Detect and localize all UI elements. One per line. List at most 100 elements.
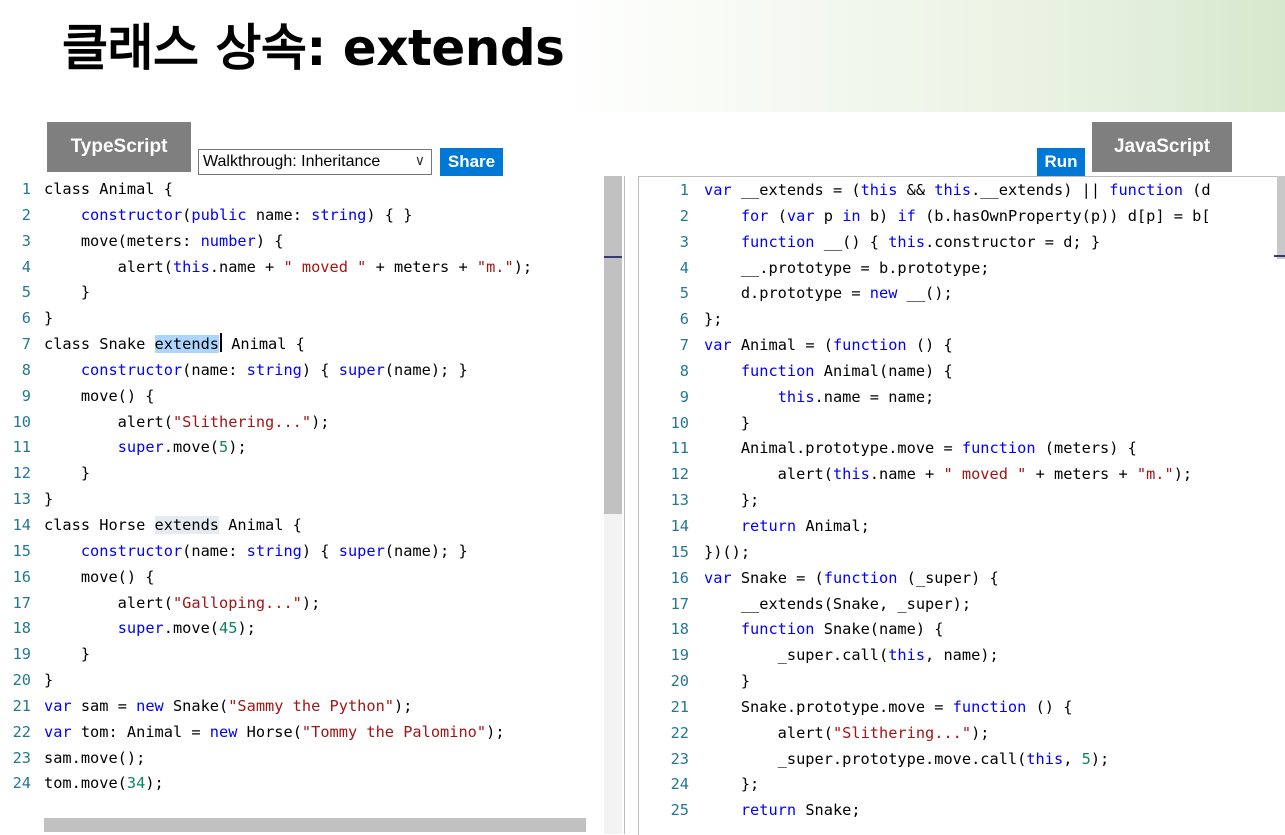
editor-horizontal-scrollbar-thumb[interactable]: [44, 818, 586, 832]
code-line: 21 Snake.prototype.move = function () {: [639, 695, 1211, 721]
javascript-output-editor[interactable]: 1 var __extends = (this && this.__extends…: [638, 176, 1285, 835]
code-token: alert(: [704, 465, 833, 484]
line-number: 12: [12, 464, 31, 483]
line-number: 18: [12, 619, 31, 638]
code-token: alert(: [704, 723, 833, 742]
code-token: alert(: [44, 593, 173, 612]
line-number: 14: [12, 515, 31, 534]
tab-typescript[interactable]: TypeScript: [47, 122, 191, 172]
code-token: }: [44, 490, 54, 509]
page-title: 클래스 상속: extends: [62, 19, 565, 77]
code-token: Animal {: [218, 515, 302, 534]
code-token: in: [842, 206, 861, 225]
code-line: 4 __.prototype = b.prototype;: [639, 256, 1211, 282]
code-line: 24 tom.move(34);: [0, 771, 532, 797]
code-token: string: [311, 205, 367, 224]
code-token: Snake.prototype.move =: [704, 697, 953, 716]
line-number: 1: [679, 181, 689, 199]
code-token: );: [394, 696, 413, 715]
output-scrollbar-thumb[interactable]: [1277, 176, 1285, 259]
code-token: (meters) {: [1035, 439, 1137, 458]
code-token: _super.call(: [704, 646, 889, 665]
code-token: .name +: [209, 257, 284, 276]
tab-javascript[interactable]: JavaScript: [1092, 122, 1232, 172]
code-line: 22 alert("Slithering...");: [639, 721, 1211, 747]
code-token: }: [44, 645, 91, 664]
code-token: (name:: [182, 541, 247, 560]
code-token: extends: [154, 515, 219, 534]
line-number: 24: [670, 775, 689, 794]
code-token: () {: [906, 336, 953, 355]
code-token: Snake(: [163, 696, 229, 715]
line-number: 16: [12, 567, 31, 586]
code-line: 8 function Animal(name) {: [639, 359, 1211, 385]
line-number: 19: [12, 645, 31, 664]
code-token: __() {: [814, 232, 889, 251]
code-line: 5 }: [0, 280, 532, 306]
code-token: __extends(Snake, _super);: [704, 594, 972, 613]
code-token: constructor: [80, 541, 183, 560]
code-token: (name); }: [384, 541, 468, 560]
line-number: 4: [21, 257, 31, 276]
code-token: public: [191, 205, 247, 224]
code-token: (_super) {: [897, 568, 999, 587]
code-token: new: [209, 722, 238, 741]
code-token: function: [740, 620, 815, 639]
code-token: " moved ": [283, 257, 367, 276]
walkthrough-select[interactable]: Walkthrough: Inheritance ∨: [198, 149, 432, 175]
code-line: 10 }: [639, 411, 1211, 437]
code-line: 15})();: [639, 540, 1211, 566]
editor-vertical-scrollbar-thumb[interactable]: [604, 176, 622, 514]
code-line: 12 alert(this.name + " moved " + meters …: [639, 462, 1211, 488]
share-button[interactable]: Share: [440, 148, 503, 176]
line-number: 11: [12, 438, 31, 457]
code-token: __extends = (: [731, 181, 861, 199]
code-token: string: [246, 360, 302, 379]
code-token: ) {: [255, 231, 284, 250]
line-number: 10: [670, 413, 689, 432]
code-line: 12 }: [0, 461, 532, 487]
code-token: return: [740, 801, 797, 820]
typescript-editor[interactable]: 1 class Animal {2 constructor(public name…: [0, 176, 625, 834]
line-number: 2: [679, 206, 689, 225]
code-token: ) {: [301, 360, 339, 379]
run-button[interactable]: Run: [1037, 148, 1085, 176]
code-token: };: [704, 310, 723, 329]
code-token: (name); }: [384, 360, 468, 379]
line-number: 18: [670, 620, 689, 639]
code-token: &&: [897, 181, 935, 199]
code-token: super: [338, 360, 385, 379]
code-line: 9 move() {: [0, 384, 532, 410]
line-number: 3: [21, 231, 31, 250]
code-token: };: [704, 491, 760, 510]
code-line: 20 }: [639, 669, 1211, 695]
code-line: 23 _super.prototype.move.call(this, 5);: [639, 747, 1211, 773]
code-token: sam =: [71, 696, 137, 715]
line-number: 15: [12, 541, 31, 560]
code-token: function: [1109, 181, 1183, 199]
code-line: 2 constructor(public name: string) { }: [0, 203, 532, 229]
code-token: 45: [219, 619, 238, 638]
code-token: class Snake: [44, 335, 155, 354]
code-token: move(meters:: [44, 231, 201, 250]
line-number: 8: [679, 361, 689, 380]
code-token: this: [888, 646, 926, 665]
line-number: 13: [670, 491, 689, 510]
code-line: 6};: [639, 307, 1211, 333]
code-token: }: [44, 309, 54, 328]
code-token: for: [740, 206, 769, 225]
code-token: "Sammy the Python": [228, 696, 394, 715]
code-token: move() {: [44, 567, 155, 586]
code-token: p: [814, 206, 843, 225]
code-token: 5: [219, 438, 229, 457]
code-token: Animal = (: [731, 336, 833, 355]
code-token: (: [768, 206, 787, 225]
code-token: "m.": [476, 257, 514, 276]
code-token: );: [301, 593, 321, 612]
code-token: Animal {: [221, 335, 305, 354]
overview-ruler-marker: [604, 256, 622, 258]
line-number: 7: [21, 335, 31, 354]
code-token: .__extends) ||: [971, 181, 1110, 199]
